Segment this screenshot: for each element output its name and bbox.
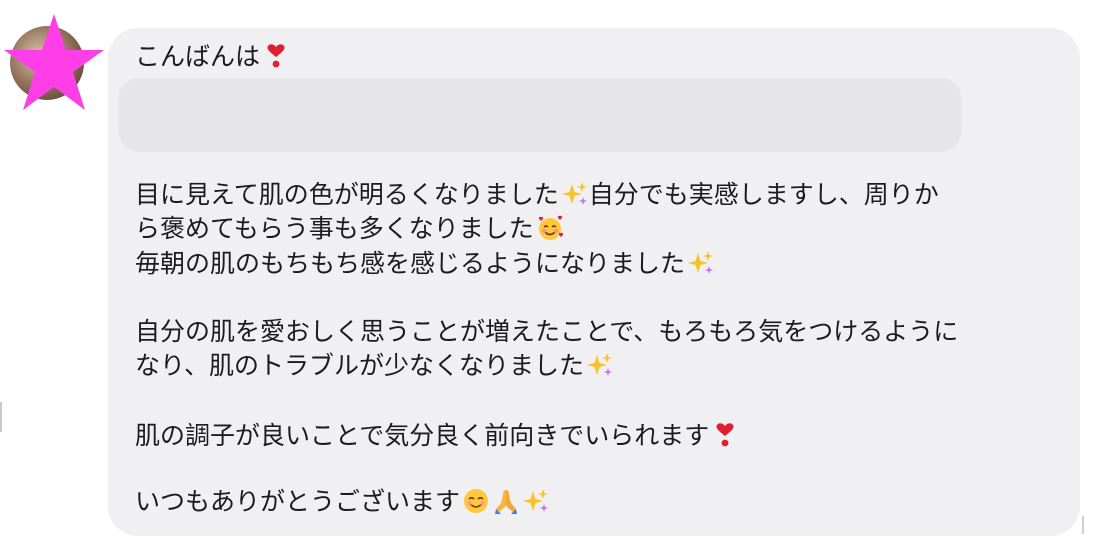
message-line-4: 自分の肌を愛おしく思うことが増えたことで、もろもろ気をつけるように xyxy=(135,317,959,346)
redacted-block xyxy=(118,78,962,152)
chat-screen: こんばんは 目に見えて肌の色が明るくなりました 自分でも実感しますし、周りか ら褒… xyxy=(0,0,1094,554)
sparkles-icon xyxy=(586,351,614,379)
message-line-1: 目に見えて肌の色が明るくなりました 自分でも実感しますし、周りか xyxy=(135,180,939,209)
heart-exclamation-icon xyxy=(262,42,290,70)
bubble-edge-marker xyxy=(1082,516,1094,534)
greeting-text: こんばんは xyxy=(135,42,261,71)
message-bubble[interactable]: こんばんは 目に見えて肌の色が明るくなりました 自分でも実感しますし、周りか ら褒… xyxy=(108,28,1080,536)
smiling-face-with-hearts-icon xyxy=(536,214,564,242)
message-line-3: 毎朝の肌のもちもち感を感じるようになりました xyxy=(135,247,715,281)
avatar[interactable] xyxy=(4,14,104,110)
sparkles-icon xyxy=(561,180,589,208)
heart-exclamation-icon xyxy=(711,421,739,449)
message-line-2: ら褒めてもらう事も多くなりました xyxy=(135,212,564,246)
smiling-face-icon xyxy=(462,487,490,515)
message-line-5: なり、肌のトラブルが少なくなりました xyxy=(135,349,614,383)
sparkles-icon xyxy=(687,249,715,277)
message-line-6: 肌の調子が良いことで気分良く前向きでいられます xyxy=(135,419,739,453)
message-line-7: いつもありがとうございます xyxy=(135,485,550,519)
star-sticker-icon xyxy=(4,14,104,110)
sparkles-icon xyxy=(522,487,550,515)
folded-hands-icon xyxy=(492,487,520,515)
message-line-greeting: こんばんは xyxy=(135,40,290,74)
scroll-edge-marker xyxy=(0,402,2,432)
